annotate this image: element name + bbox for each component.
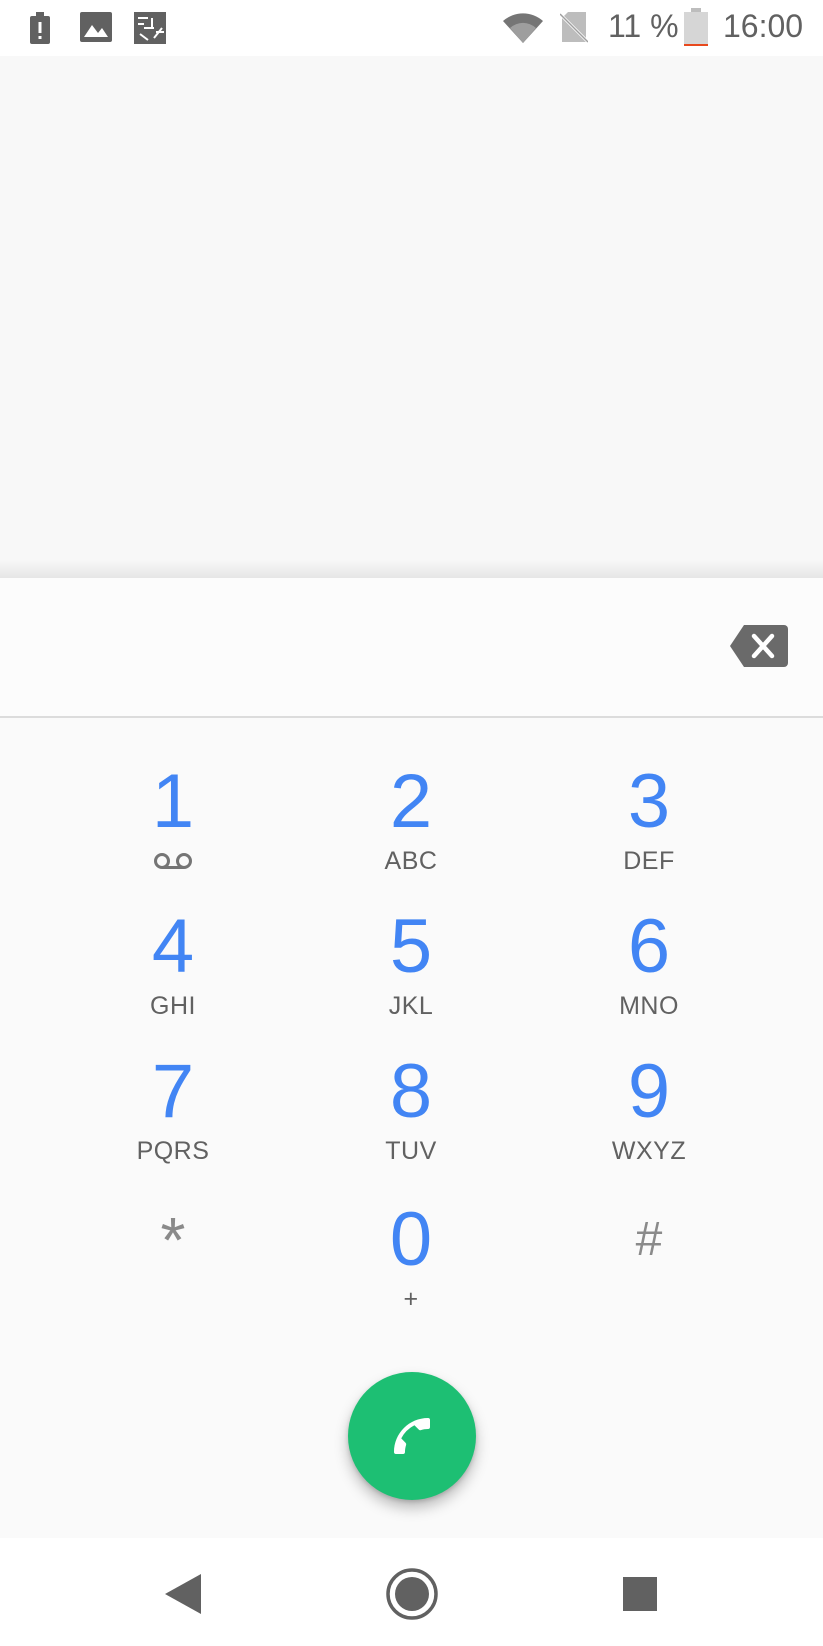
key-digit: 0 bbox=[389, 1197, 433, 1282]
voicemail-icon bbox=[63, 848, 283, 878]
battery-alert-icon bbox=[28, 12, 52, 49]
call-button[interactable] bbox=[348, 1372, 476, 1500]
home-button[interactable] bbox=[384, 1566, 440, 1622]
clock: 16:00 bbox=[723, 8, 804, 44]
key-8[interactable]: 8 TUV bbox=[301, 1050, 521, 1180]
key-symbol: # bbox=[635, 1213, 663, 1266]
key-letters: GHI bbox=[150, 992, 196, 1020]
key-letters: WXYZ bbox=[611, 1137, 687, 1165]
key-digit: 7 bbox=[151, 1049, 195, 1134]
key-digit: 2 bbox=[389, 759, 433, 844]
sim-card-icon bbox=[132, 10, 168, 51]
key-star[interactable]: * bbox=[63, 1198, 283, 1328]
digits-panel bbox=[0, 578, 823, 716]
image-icon bbox=[80, 12, 112, 47]
battery-low-icon bbox=[684, 8, 708, 51]
key-symbol: * bbox=[160, 1204, 186, 1276]
key-1[interactable]: 1 bbox=[63, 760, 283, 890]
key-letters: PQRS bbox=[136, 1137, 210, 1165]
key-5[interactable]: 5 JKL bbox=[301, 905, 521, 1035]
key-6[interactable]: 6 MNO bbox=[539, 905, 759, 1035]
no-sim-icon bbox=[558, 10, 590, 49]
backspace-icon bbox=[730, 625, 788, 667]
key-letters: TUV bbox=[385, 1137, 437, 1165]
key-2[interactable]: 2 ABC bbox=[301, 760, 521, 890]
key-digit: 5 bbox=[389, 904, 433, 989]
battery-percent: 11 % bbox=[608, 8, 679, 44]
key-letters: MNO bbox=[619, 992, 679, 1020]
key-letters: ABC bbox=[384, 847, 438, 875]
key-digit: 3 bbox=[627, 759, 671, 844]
key-9[interactable]: 9 WXYZ bbox=[539, 1050, 759, 1180]
status-bar: 11 % 16:00 bbox=[0, 0, 823, 56]
key-digit: 4 bbox=[151, 904, 195, 989]
home-circle-icon bbox=[386, 1568, 438, 1620]
phone-icon bbox=[394, 1418, 430, 1454]
recents-square-icon bbox=[623, 1577, 657, 1611]
content-area bbox=[0, 56, 823, 578]
key-pound[interactable]: # bbox=[539, 1198, 759, 1328]
key-0[interactable]: 0 + bbox=[301, 1198, 521, 1328]
navigation-bar bbox=[0, 1538, 823, 1646]
panel-shadow bbox=[0, 560, 823, 578]
key-letters: + bbox=[403, 1285, 419, 1313]
digits-field[interactable] bbox=[40, 618, 680, 678]
key-4[interactable]: 4 GHI bbox=[63, 905, 283, 1035]
back-button[interactable] bbox=[155, 1566, 211, 1622]
key-digit: 1 bbox=[151, 759, 195, 844]
recents-button[interactable] bbox=[612, 1566, 668, 1622]
key-7[interactable]: 7 PQRS bbox=[63, 1050, 283, 1180]
key-3[interactable]: 3 DEF bbox=[539, 760, 759, 890]
key-letters: DEF bbox=[623, 847, 675, 875]
back-triangle-icon bbox=[165, 1574, 201, 1614]
wifi-icon bbox=[502, 12, 544, 49]
key-letters: JKL bbox=[388, 992, 434, 1020]
key-digit: 8 bbox=[389, 1049, 433, 1134]
key-digit: 9 bbox=[627, 1049, 671, 1134]
backspace-button[interactable] bbox=[730, 625, 788, 667]
key-digit: 6 bbox=[627, 904, 671, 989]
